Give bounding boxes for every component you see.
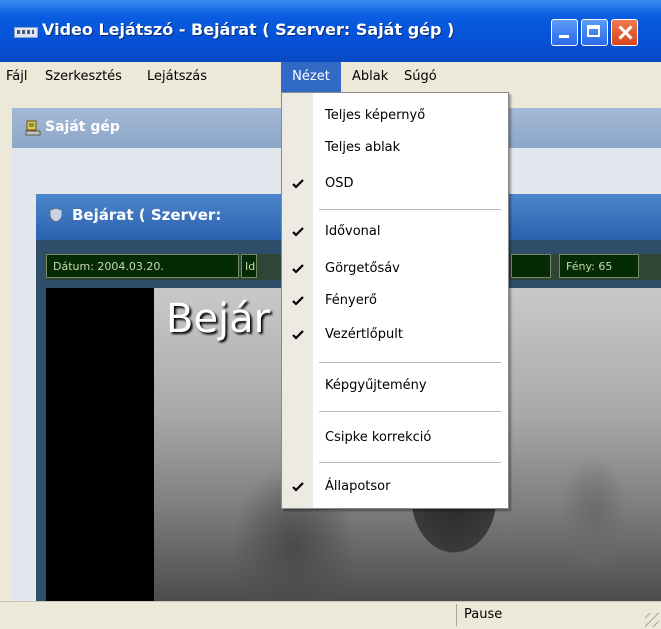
checkmark-icon xyxy=(292,227,304,237)
view-menu-dropdown: Teljes képernyő Teljes ablak OSD Idővona… xyxy=(281,92,509,509)
menu-item-brightness[interactable]: Fényerő xyxy=(282,289,508,313)
menu-edit[interactable]: Szerkesztés xyxy=(45,62,122,92)
menu-separator xyxy=(319,462,501,463)
menu-item-label: Vezértlőpult xyxy=(325,327,403,342)
menu-window[interactable]: Ablak xyxy=(352,62,388,92)
window-title: Video Lejátszó - Bejárat ( Szerver: Sajá… xyxy=(42,20,455,39)
video-osd-text: Bejár xyxy=(166,296,271,342)
status-bar: Pause xyxy=(0,601,661,629)
menu-item-label: OSD xyxy=(325,176,354,191)
menu-item-fullscreen[interactable]: Teljes képernyő xyxy=(282,104,508,128)
menu-item-label: Görgetősáv xyxy=(325,261,400,276)
time-display: Idő xyxy=(241,254,257,278)
checkmark-icon xyxy=(292,330,304,340)
menu-item-scrollbar[interactable]: Görgetősáv xyxy=(282,257,508,281)
menu-help[interactable]: Súgó xyxy=(404,62,437,92)
brightness-display: Fény: 65 xyxy=(559,254,639,278)
menu-item-lace-correction[interactable]: Csipke korrekció xyxy=(282,426,508,450)
checkmark-icon xyxy=(292,296,304,306)
menu-separator xyxy=(319,411,501,412)
menu-item-osd[interactable]: OSD xyxy=(282,172,508,196)
menu-item-label: Állapotsor xyxy=(325,479,391,494)
app-icon xyxy=(14,27,38,38)
menu-playback[interactable]: Lejátszás xyxy=(147,62,207,92)
date-display: Dátum: 2004.03.20. xyxy=(46,254,239,278)
title-bar[interactable]: Video Lejátszó - Bejárat ( Szerver: Sajá… xyxy=(0,0,661,62)
status-pane xyxy=(0,604,457,626)
menu-item-label: Fényerő xyxy=(325,293,377,308)
menu-item-label: Képgyűjtemény xyxy=(325,378,427,393)
menu-bar: Fájl Szerkesztés Lejátszás Nézet Ablak S… xyxy=(0,62,661,92)
minimize-button[interactable] xyxy=(551,19,578,46)
menu-item-full-window[interactable]: Teljes ablak xyxy=(282,136,508,160)
time-display-end xyxy=(511,254,551,278)
menu-item-statusbar[interactable]: Állapotsor xyxy=(282,475,508,499)
menu-item-control-panel[interactable]: Vezértlőpult xyxy=(282,323,508,347)
resize-grip[interactable] xyxy=(645,613,659,627)
menu-view[interactable]: Nézet xyxy=(281,62,341,92)
menu-item-label: Teljes képernyő xyxy=(325,108,426,123)
checkmark-icon xyxy=(292,264,304,274)
checkmark-icon xyxy=(292,179,304,189)
close-button[interactable] xyxy=(611,19,638,46)
video-window-title: Bejárat ( Szerver: xyxy=(72,206,222,224)
menu-separator xyxy=(319,209,501,210)
shield-icon xyxy=(50,208,62,222)
maximize-button[interactable] xyxy=(581,19,608,46)
menu-item-label: Teljes ablak xyxy=(325,140,401,155)
checkmark-icon xyxy=(292,482,304,492)
menu-item-timeline[interactable]: Idővonal xyxy=(282,220,508,244)
menu-item-label: Csipke korrekció xyxy=(325,430,432,445)
computer-icon xyxy=(25,120,41,136)
menu-file[interactable]: Fájl xyxy=(6,62,27,92)
menu-item-label: Idővonal xyxy=(325,224,381,239)
menu-item-image-gallery[interactable]: Képgyűjtemény xyxy=(282,374,508,398)
main-window: Video Lejátszó - Bejárat ( Szerver: Sajá… xyxy=(0,0,661,629)
status-text: Pause xyxy=(464,607,503,622)
menu-separator xyxy=(319,362,501,363)
child-window-title: Saját gép xyxy=(45,119,120,135)
